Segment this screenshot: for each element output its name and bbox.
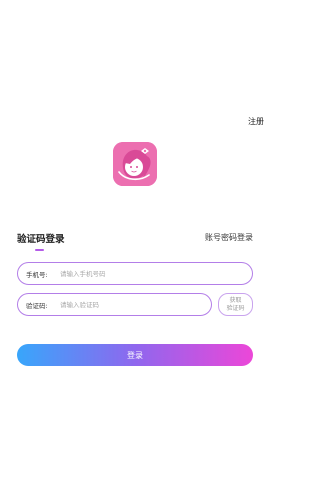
code-field: 验证码:: [17, 293, 212, 316]
phone-label: 手机号:: [26, 270, 48, 279]
get-code-label-line1: 获取: [229, 297, 242, 304]
get-code-button[interactable]: 获取 验证码: [218, 293, 253, 316]
register-link[interactable]: 注册: [248, 116, 264, 127]
code-label: 验证码:: [26, 301, 48, 310]
app-logo: [113, 142, 157, 186]
active-tab-indicator: [35, 249, 44, 251]
login-button[interactable]: 登录: [17, 344, 253, 366]
get-code-label-line2: 验证码: [226, 304, 245, 312]
tab-password-login[interactable]: 账号密码登录: [205, 232, 253, 243]
login-method-tabs: 验证码登录 账号密码登录: [17, 231, 253, 255]
girl-avatar-logo-icon: [113, 142, 157, 186]
phone-field: 手机号:: [17, 262, 253, 285]
tab-sms-code-login[interactable]: 验证码登录: [17, 231, 65, 245]
phone-input[interactable]: [60, 269, 210, 278]
code-input[interactable]: [60, 300, 210, 309]
login-screen: 注册 验证码登录 账号密码登录 手机号: 请输入手机号码 验证码: 请输入验证码…: [0, 0, 270, 480]
